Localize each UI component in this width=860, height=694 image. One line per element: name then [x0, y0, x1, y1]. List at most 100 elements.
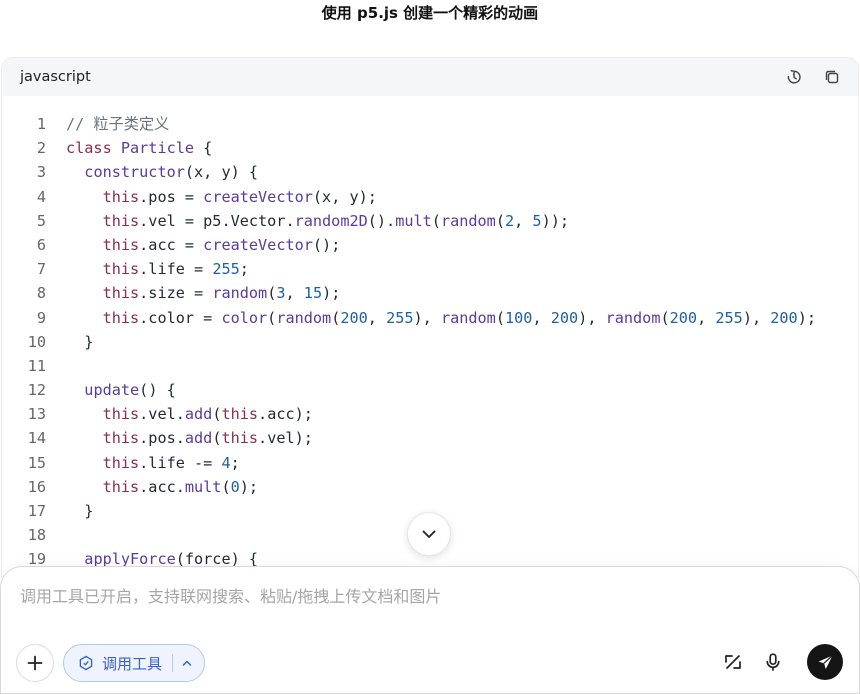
code-token: (x, y); [313, 188, 377, 206]
code-line: 2class Particle { [2, 136, 859, 160]
code-token: this [103, 405, 140, 423]
code-token: this [103, 188, 140, 206]
code-token: ; [240, 260, 249, 278]
code-token: add [185, 405, 212, 423]
code-token [66, 188, 103, 206]
code-text: constructor(x, y) { [66, 160, 258, 184]
code-token: .size = [139, 284, 212, 302]
code-token: 4 [221, 454, 230, 472]
code-token: (x, y) { [185, 163, 258, 181]
code-token: ); [240, 478, 258, 496]
code-token [66, 309, 103, 327]
code-block-tools [786, 69, 840, 85]
microphone-icon[interactable] [761, 650, 785, 674]
code-token: , [286, 284, 304, 302]
code-token: mult [395, 212, 432, 230]
code-token: (). [368, 212, 395, 230]
code-token [112, 139, 121, 157]
code-line: 1 // 粒子类定义 [2, 112, 859, 136]
code-line: 7 this.life = 255; [2, 257, 859, 281]
code-token: // 粒子类定义 [66, 115, 169, 133]
code-line: 8 this.size = random(3, 15); [2, 281, 859, 305]
line-number: 11 [2, 354, 46, 378]
code-token: .color = [139, 309, 221, 327]
line-number: 6 [2, 233, 46, 257]
code-text: this.pos.add(this.vel); [66, 426, 313, 450]
code-content: 1// 粒子类定义2class Particle {3 constructor(… [2, 112, 859, 572]
code-line: 12 update() { [2, 378, 859, 402]
code-token: random [441, 212, 496, 230]
code-token: ), [414, 309, 441, 327]
code-text: } [66, 330, 93, 354]
code-token: )); [542, 212, 569, 230]
code-text: this.life -= 4; [66, 451, 240, 475]
code-token: add [185, 429, 212, 447]
code-line: 11 [2, 354, 859, 378]
line-number: 16 [2, 475, 46, 499]
code-token: .acc = [139, 236, 203, 254]
code-token: { [194, 139, 212, 157]
tool-toggle-chip[interactable]: 调用工具 [63, 644, 205, 682]
chevron-up-icon[interactable] [181, 657, 193, 669]
code-token: mult [185, 478, 222, 496]
toggle-off-icon[interactable] [721, 650, 745, 674]
code-token: ( [660, 309, 669, 327]
code-text: class Particle { [66, 136, 212, 160]
code-token: this [103, 284, 140, 302]
code-token: 255 [386, 309, 413, 327]
code-token: 255 [212, 260, 239, 278]
code-token: , [514, 212, 532, 230]
chevron-down-icon [420, 525, 438, 543]
code-token: createVector [203, 236, 313, 254]
code-token: this [103, 429, 140, 447]
code-token: .pos. [139, 429, 185, 447]
tool-chip-label[interactable]: 调用工具 [102, 653, 162, 674]
line-number: 7 [2, 257, 46, 281]
code-token: .life = [139, 260, 212, 278]
line-number: 3 [2, 160, 46, 184]
code-text: this.vel = p5.Vector.random2D().mult(ran… [66, 209, 569, 233]
code-text: this.pos = createVector(x, y); [66, 185, 377, 209]
code-token: 2 [505, 212, 514, 230]
code-token [66, 212, 103, 230]
code-token [66, 163, 84, 181]
code-token: ( [221, 478, 230, 496]
code-token: ); [322, 284, 340, 302]
code-token [66, 260, 103, 278]
code-line: 6 this.acc = createVector(); [2, 233, 859, 257]
code-token: 255 [715, 309, 742, 327]
code-token: this [103, 236, 140, 254]
scroll-down-button[interactable] [407, 512, 451, 556]
code-token: this [103, 478, 140, 496]
code-token: 100 [505, 309, 532, 327]
code-token: 200 [340, 309, 367, 327]
code-token: ( [496, 309, 505, 327]
code-token: .vel. [139, 405, 185, 423]
line-number: 1 [2, 112, 46, 136]
code-token: .acc); [258, 405, 313, 423]
code-token [66, 478, 103, 496]
code-token: 0 [231, 478, 240, 496]
code-token: () { [139, 381, 176, 399]
copy-icon[interactable] [824, 69, 840, 85]
send-icon [817, 654, 834, 671]
code-token [66, 236, 103, 254]
code-token: .vel); [258, 429, 313, 447]
line-number: 4 [2, 185, 46, 209]
message-input[interactable] [20, 585, 820, 607]
code-token: ( [496, 212, 505, 230]
code-line: 10 } [2, 330, 859, 354]
add-attachment-button[interactable] [16, 644, 54, 682]
code-token: random [212, 284, 267, 302]
code-token: 200 [670, 309, 697, 327]
send-button[interactable] [807, 644, 843, 680]
code-token: this [103, 212, 140, 230]
code-token: random [276, 309, 331, 327]
code-language-label: javascript [20, 69, 91, 85]
code-text: this.color = color(random(200, 255), ran… [66, 306, 816, 330]
history-icon[interactable] [786, 69, 802, 85]
code-token: random [441, 309, 496, 327]
line-number: 15 [2, 451, 46, 475]
code-token: ( [267, 284, 276, 302]
code-token: Particle [121, 139, 194, 157]
